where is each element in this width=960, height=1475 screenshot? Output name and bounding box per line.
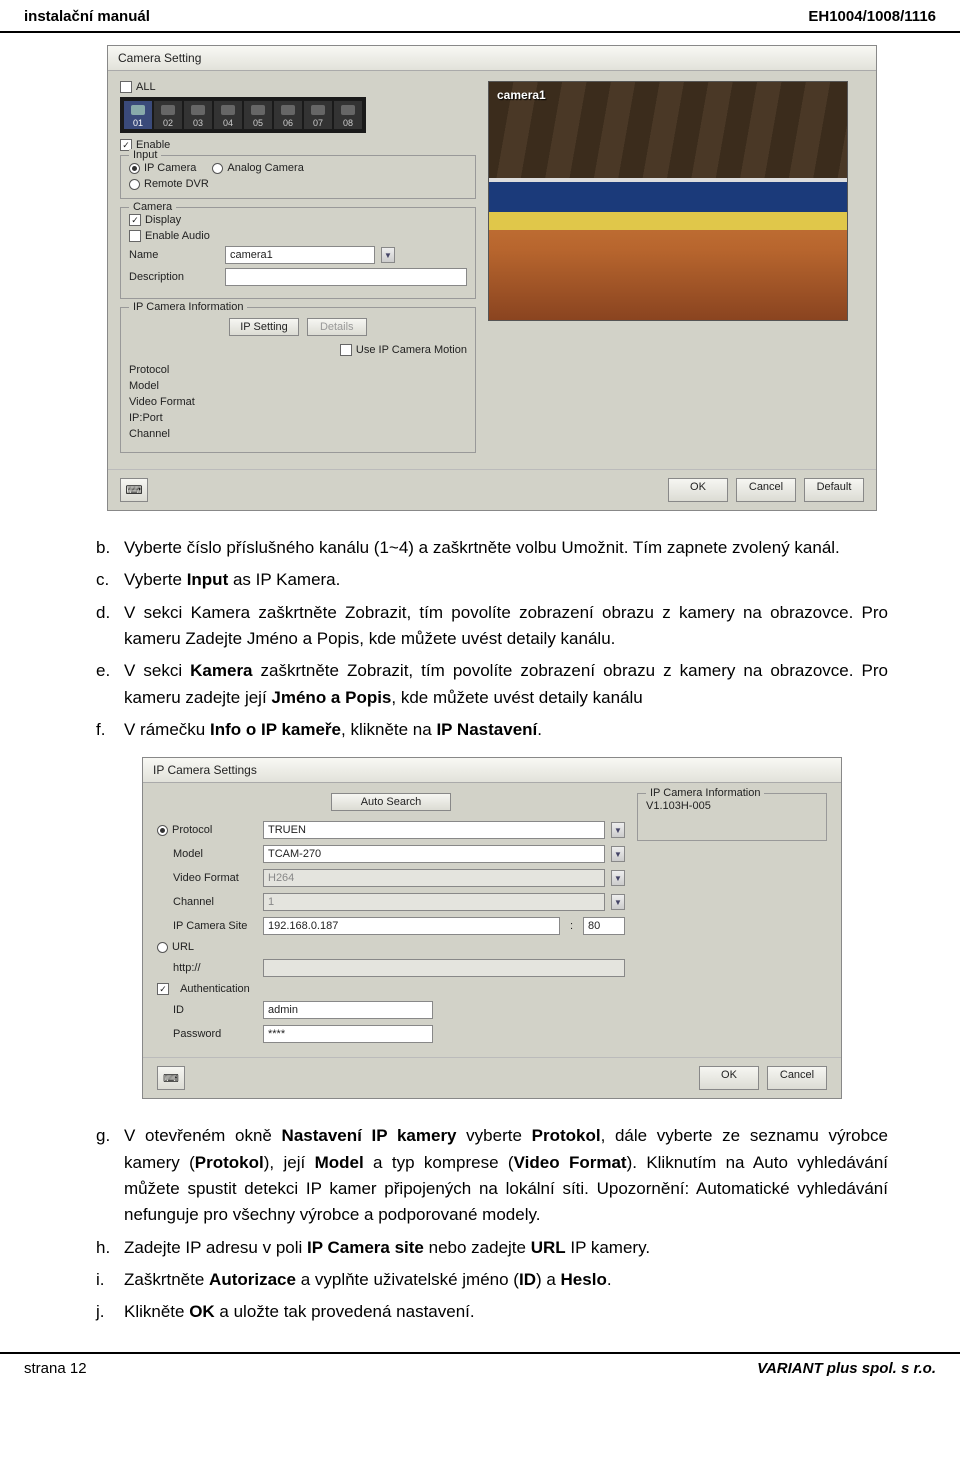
password-label: Password xyxy=(157,1028,257,1040)
url-input[interactable] xyxy=(263,959,625,977)
cam-02[interactable]: 02 xyxy=(154,101,182,129)
list-item: b. Vyberte číslo příslušného kanálu (1~4… xyxy=(96,535,888,561)
description-input[interactable] xyxy=(225,268,467,286)
camera-setting-dialog: Camera Setting ALL 01 02 03 04 05 06 07 … xyxy=(107,45,877,511)
use-ipcamera-motion-label: Use IP Camera Motion xyxy=(356,344,467,356)
preview-overlay-label: camera1 xyxy=(497,88,546,102)
camera-fieldset: Camera ✓ Display Enable Audio Name camer… xyxy=(120,207,476,299)
ipcamera-site-label: IP Camera Site xyxy=(157,920,257,932)
radio-remotedvr[interactable] xyxy=(129,179,140,190)
autosearch-button[interactable]: Auto Search xyxy=(331,793,451,811)
camera-legend: Camera xyxy=(129,201,176,213)
instruction-list-1: b. Vyberte číslo příslušného kanálu (1~4… xyxy=(96,535,888,743)
display-label: Display xyxy=(145,214,181,226)
description-label: Description xyxy=(129,271,219,283)
radio-ipcamera[interactable] xyxy=(129,163,140,174)
enableaudio-checkbox[interactable] xyxy=(129,230,141,242)
auth-label: Authentication xyxy=(180,983,250,995)
camera-number-grid: 01 02 03 04 05 06 07 08 xyxy=(120,97,366,133)
footer-page: strana 12 xyxy=(24,1360,87,1377)
cam-01[interactable]: 01 xyxy=(124,101,152,129)
videoformat-select[interactable]: H264 xyxy=(263,869,605,887)
id-input[interactable]: admin xyxy=(263,1001,433,1019)
ipcamera-version: V1.103H-005 xyxy=(646,800,818,812)
footer-company: VARIANT plus spol. s r.o. xyxy=(757,1360,936,1377)
protocol-select[interactable]: TRUEN xyxy=(263,821,605,839)
url-label: URL xyxy=(172,941,194,953)
auth-checkbox[interactable]: ✓ xyxy=(157,983,169,995)
videoformat-dropdown-icon[interactable]: ▼ xyxy=(611,870,625,886)
ipcamera-info-legend2: IP Camera Information xyxy=(646,787,764,799)
id-label: ID xyxy=(157,1004,257,1016)
ipsetting-button[interactable]: IP Setting xyxy=(229,318,299,336)
enableaudio-label: Enable Audio xyxy=(145,230,210,242)
instruction-list-2: g. V otevřeném okně Nastavení IP kamery … xyxy=(96,1123,888,1325)
ipcamera-site-input[interactable]: 192.168.0.187 xyxy=(263,917,560,935)
radio-ipcamera-label: IP Camera xyxy=(144,162,196,174)
channel-label2: Channel xyxy=(157,896,257,908)
dialog2-title: IP Camera Settings xyxy=(143,758,841,783)
cancel-button2[interactable]: Cancel xyxy=(767,1066,827,1090)
all-label: ALL xyxy=(136,81,156,93)
display-checkbox[interactable]: ✓ xyxy=(129,214,141,226)
list-item: j. Klikněte OK a uložte tak provedená na… xyxy=(96,1299,888,1325)
cam-08[interactable]: 08 xyxy=(334,101,362,129)
radio-analog[interactable] xyxy=(212,163,223,174)
input-fieldset: Input IP Camera Analog Camera Re xyxy=(120,155,476,199)
details-button[interactable]: Details xyxy=(307,318,367,336)
list-item: d. V sekci Kamera zaškrtněte Zobrazit, t… xyxy=(96,600,888,653)
ipcamera-info-box: IP Camera Information V1.103H-005 xyxy=(637,793,827,841)
list-item: i. Zaškrtněte Autorizace a vyplňte uživa… xyxy=(96,1267,888,1293)
list-item: g. V otevřeném okně Nastavení IP kamery … xyxy=(96,1123,888,1228)
radio-protocol[interactable] xyxy=(157,825,168,836)
ipport-label: IP:Port xyxy=(129,412,219,424)
list-item: e. V sekci Kamera zaškrtněte Zobrazit, t… xyxy=(96,658,888,711)
model-label: Model xyxy=(129,380,219,392)
camera-preview: camera1 xyxy=(488,81,848,321)
videoformat-label: Video Format xyxy=(129,396,219,408)
model-select[interactable]: TCAM-270 xyxy=(263,845,605,863)
default-button[interactable]: Default xyxy=(804,478,864,502)
header-right: EH1004/1008/1116 xyxy=(808,8,936,25)
header-left: instalační manuál xyxy=(24,8,150,25)
ip-camera-settings-dialog: IP Camera Settings Auto Search Protocol … xyxy=(142,757,842,1099)
list-item: f. V rámečku Info o IP kameře, klikněte … xyxy=(96,717,888,743)
all-checkbox[interactable] xyxy=(120,81,132,93)
cam-07[interactable]: 07 xyxy=(304,101,332,129)
dialog-title: Camera Setting xyxy=(108,46,876,71)
keyboard-icon[interactable]: ⌨ xyxy=(157,1066,185,1090)
protocol-label2: Protocol xyxy=(172,824,212,836)
videoformat-label2: Video Format xyxy=(157,872,257,884)
ipcamera-info-fieldset: IP Camera Information IP Setting Details… xyxy=(120,307,476,453)
cam-05[interactable]: 05 xyxy=(244,101,272,129)
list-item: c. Vyberte Input as IP Kamera. xyxy=(96,567,888,593)
radio-remotedvr-label: Remote DVR xyxy=(144,178,209,190)
model-label2: Model xyxy=(157,848,257,860)
cam-04[interactable]: 04 xyxy=(214,101,242,129)
input-legend: Input xyxy=(129,149,161,161)
channel-label: Channel xyxy=(129,428,219,440)
password-input[interactable]: **** xyxy=(263,1025,433,1043)
ok-button[interactable]: OK xyxy=(668,478,728,502)
radio-analog-label: Analog Camera xyxy=(227,162,303,174)
protocol-label: Protocol xyxy=(129,364,219,376)
port-input[interactable]: 80 xyxy=(583,917,625,935)
cam-03[interactable]: 03 xyxy=(184,101,212,129)
list-item: h. Zadejte IP adresu v poli IP Camera si… xyxy=(96,1235,888,1261)
model-dropdown-icon[interactable]: ▼ xyxy=(611,846,625,862)
protocol-dropdown-icon[interactable]: ▼ xyxy=(611,822,625,838)
channel-dropdown-icon[interactable]: ▼ xyxy=(611,894,625,910)
ok-button2[interactable]: OK xyxy=(699,1066,759,1090)
cancel-button[interactable]: Cancel xyxy=(736,478,796,502)
name-input[interactable]: camera1 xyxy=(225,246,375,264)
radio-url[interactable] xyxy=(157,942,168,953)
ipcamera-info-legend: IP Camera Information xyxy=(129,301,247,313)
name-label: Name xyxy=(129,249,219,261)
http-prefix: http:// xyxy=(157,962,257,974)
use-ipcamera-motion-checkbox[interactable] xyxy=(340,344,352,356)
keyboard-icon[interactable]: ⌨ xyxy=(120,478,148,502)
cam-06[interactable]: 06 xyxy=(274,101,302,129)
channel-select[interactable]: 1 xyxy=(263,893,605,911)
name-dropdown-icon[interactable]: ▼ xyxy=(381,247,395,263)
